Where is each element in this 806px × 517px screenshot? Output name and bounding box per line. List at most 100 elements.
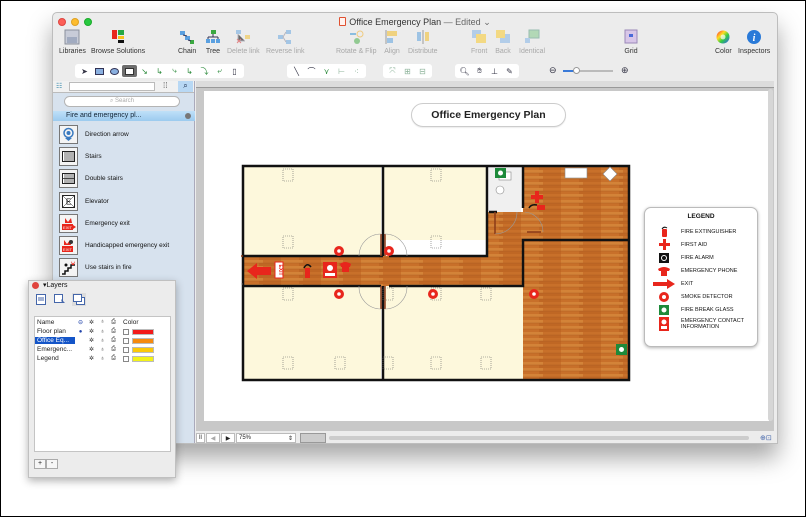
print-toggle[interactable]: ⎙: [108, 355, 119, 362]
tree-button[interactable]: Tree: [205, 29, 221, 55]
horizontal-scrollbar[interactable]: [329, 436, 749, 440]
reverse-link-button[interactable]: Reverse link: [266, 29, 305, 55]
layers-tab-selection[interactable]: [53, 293, 67, 306]
zoom-slider[interactable]: [563, 67, 613, 74]
remove-layer-button[interactable]: -: [46, 459, 58, 469]
visible-toggle[interactable]: ✲: [86, 328, 97, 335]
close-library-icon[interactable]: [185, 113, 191, 119]
library-item-direction-arrow[interactable]: Direction arrow: [59, 123, 169, 145]
layers-tab-page[interactable]: [34, 293, 48, 306]
print-toggle[interactable]: ⎙: [108, 328, 119, 335]
curved-connector-icon[interactable]: ⤵: [197, 65, 212, 77]
smart-connector-icon[interactable]: ↳: [152, 65, 167, 77]
identical-button[interactable]: Identical: [519, 29, 545, 55]
add-layer-button[interactable]: +: [34, 459, 46, 469]
lock-toggle[interactable]: ♁: [97, 347, 108, 353]
inspectors-button[interactable]: i Inspectors: [738, 29, 770, 55]
library-item-handicapped-emergency-exit[interactable]: EXIT Handicapped emergency exit: [59, 234, 169, 256]
zoom-tool-icon[interactable]: 🔍︎: [457, 65, 472, 77]
drawing-page[interactable]: Office Emergency Plan EXIT LEGEND FIRE E…: [204, 91, 769, 421]
fire-break-glass-marker-2[interactable]: [495, 168, 506, 178]
lock-toggle[interactable]: ♁: [97, 356, 108, 362]
library-item-emergency-exit[interactable]: EXIT Emergency exit: [59, 212, 169, 234]
lock-toggle[interactable]: ♁: [97, 329, 108, 335]
eyedropper-tool-icon[interactable]: ✎: [502, 65, 517, 77]
layer-color-swatch[interactable]: [132, 355, 154, 362]
ellipse-tool-icon[interactable]: [107, 65, 122, 77]
room-top-middle[interactable]: [383, 166, 487, 240]
vertical-scrollbar[interactable]: [768, 89, 773, 421]
delete-link-button[interactable]: Delete link: [227, 29, 260, 55]
layer-color-swatch[interactable]: [132, 346, 154, 353]
page-thumbnails[interactable]: [300, 433, 326, 443]
front-button[interactable]: Front: [471, 29, 487, 55]
pause-button[interactable]: ll: [196, 433, 205, 443]
chain-button[interactable]: Chain: [178, 29, 196, 55]
libraries-button[interactable]: Libraries: [59, 29, 86, 55]
previous-page-button[interactable]: ◀: [206, 433, 220, 443]
zoom-out-icon[interactable]: ⊖: [549, 65, 557, 76]
active-layer-icon[interactable]: ●: [75, 329, 86, 335]
insert-shape-icon[interactable]: ▯: [227, 65, 242, 77]
visible-toggle[interactable]: ✲: [86, 337, 97, 344]
container-tool-icon[interactable]: [122, 65, 137, 77]
stamp-tool-icon[interactable]: ⊥: [487, 65, 502, 77]
line-tool-icon[interactable]: ╲: [289, 65, 304, 77]
zoom-slider-thumb[interactable]: [573, 67, 580, 74]
fire-break-glass-marker[interactable]: [323, 262, 337, 278]
layer-row-emergency[interactable]: Emergenc... ✲ ♁ ⎙: [35, 345, 170, 354]
library-grid-view-icon[interactable]: ⁞⁞: [163, 81, 167, 90]
arc-tool-icon[interactable]: ⌒: [304, 65, 319, 77]
layer-checkbox[interactable]: [123, 346, 129, 353]
browse-solutions-button[interactable]: Browse Solutions: [91, 29, 145, 55]
room-top-left[interactable]: [243, 166, 381, 256]
remove-point-icon[interactable]: ⊟: [415, 65, 430, 77]
pointer-tool-icon[interactable]: ➤: [77, 65, 92, 77]
library-item-double-stairs[interactable]: Double stairs: [59, 168, 169, 190]
corridor-connector[interactable]: [487, 212, 525, 258]
next-page-button[interactable]: ▶: [221, 433, 235, 443]
layer-color-swatch[interactable]: [132, 337, 154, 344]
library-search-input[interactable]: ⌕ Search: [64, 96, 180, 107]
library-section-header[interactable]: Fire and emergency pl...: [53, 111, 195, 121]
arc-connector-icon[interactable]: ⤷: [167, 65, 182, 77]
layers-title-bar[interactable]: ▾Layers: [29, 281, 175, 290]
layer-row-office-equipment[interactable]: Office Eq... ✲ ♁ ⎙: [35, 336, 170, 345]
rectangle-tool-icon[interactable]: [92, 65, 107, 77]
layer-checkbox[interactable]: [123, 337, 129, 344]
layer-color-swatch[interactable]: [132, 328, 154, 335]
polyline-tool-icon[interactable]: ⋎: [319, 65, 334, 77]
orthogonal-connector-icon[interactable]: ↳: [182, 65, 197, 77]
zoom-select[interactable]: 75% ⇕: [236, 433, 296, 443]
diagram-title[interactable]: Office Emergency Plan: [411, 103, 566, 127]
lock-toggle[interactable]: ♁: [97, 338, 108, 344]
hand-tool-icon[interactable]: ✋︎: [472, 65, 487, 77]
color-button[interactable]: Color: [715, 29, 732, 55]
library-search-icon[interactable]: ⌕: [178, 81, 193, 92]
fire-break-glass-marker-3[interactable]: [616, 344, 627, 355]
align-button[interactable]: Align: [384, 29, 400, 55]
library-item-stairs[interactable]: Stairs: [59, 145, 169, 167]
edit-points-icon[interactable]: ⤧: [385, 65, 400, 77]
floor-plan[interactable]: EXIT: [241, 164, 633, 384]
print-toggle[interactable]: ⎙: [108, 337, 119, 344]
layer-checkbox[interactable]: [123, 355, 129, 362]
fit-page-icon[interactable]: ⊕⊡: [760, 434, 772, 442]
chevron-down-icon[interactable]: ⌄: [483, 17, 491, 27]
close-layers-button[interactable]: [32, 282, 39, 289]
visible-toggle[interactable]: ✲: [86, 346, 97, 353]
legend-box[interactable]: LEGEND FIRE EXTINGUISHER FIRST AID FIRE …: [644, 207, 758, 347]
layer-checkbox[interactable]: [123, 328, 129, 335]
room-bottom-middle[interactable]: [383, 286, 523, 380]
library-list-icon[interactable]: ☷: [56, 82, 62, 90]
spline-tool-icon[interactable]: ⁖: [349, 65, 364, 77]
add-point-icon[interactable]: ⊞: [400, 65, 415, 77]
corridor[interactable]: [243, 256, 525, 286]
library-item-use-stairs-in-fire[interactable]: Use stairs in fire: [59, 257, 169, 279]
grid-button[interactable]: Grid: [623, 29, 639, 55]
library-item-elevator[interactable]: E Elevator: [59, 190, 169, 212]
room-right[interactable]: [523, 240, 629, 380]
layer-row-legend[interactable]: Legend ✲ ♁ ⎙: [35, 354, 170, 363]
layers-tab-layers[interactable]: [72, 293, 86, 306]
connector-tool-icon[interactable]: ↘: [137, 65, 152, 77]
